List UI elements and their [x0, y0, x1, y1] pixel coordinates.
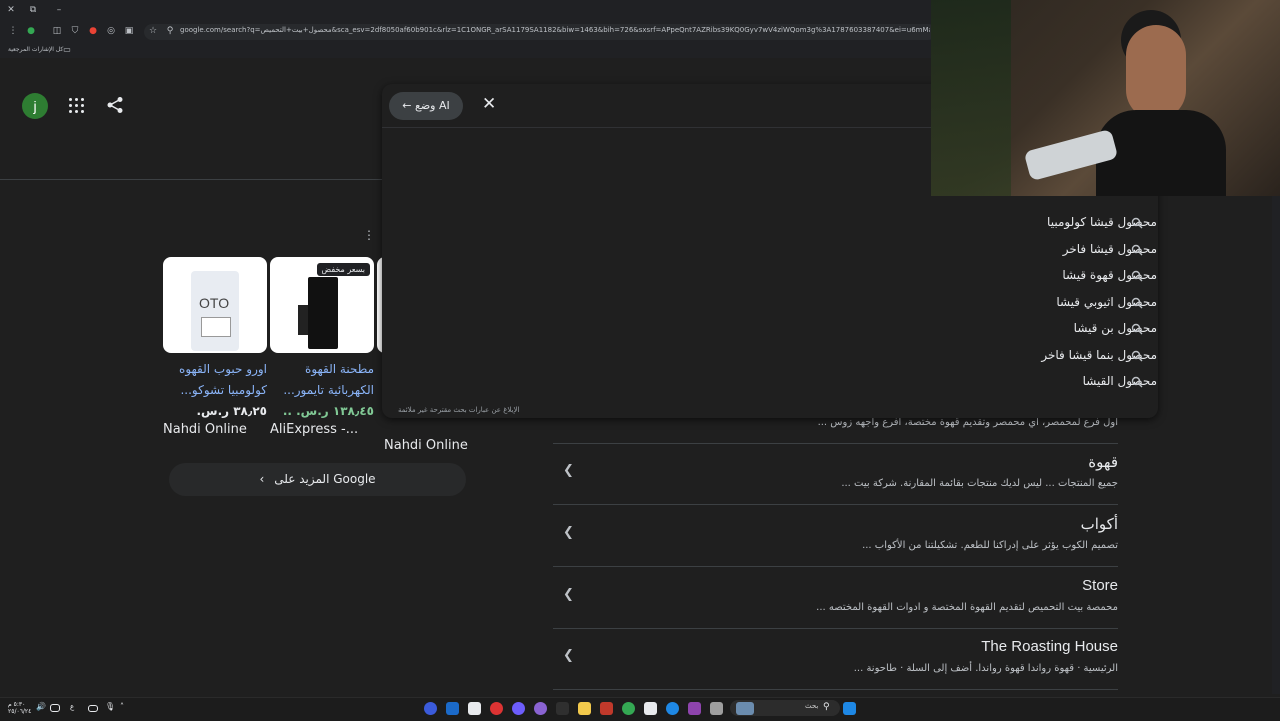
clock[interactable]: ٥:٣٠ م ٢٥/٠٦/٢٤: [8, 701, 31, 715]
search-icon: [1131, 270, 1143, 282]
bookmark-star-icon[interactable]: ☆: [148, 26, 158, 36]
product-image: OTO: [163, 257, 267, 353]
ai-mode-back-button[interactable]: ← وضع AI: [389, 92, 463, 120]
search-highlight-icon: [736, 702, 754, 715]
discount-badge: بسعر مخفض: [316, 263, 370, 276]
product-store: AliExpress -...: [270, 422, 359, 437]
tab-icon[interactable]: ▣: [124, 26, 134, 36]
search-icon: [1131, 244, 1143, 256]
webcam-overlay: [931, 0, 1280, 196]
product-title[interactable]: مطحنة القهوة: [270, 359, 374, 380]
arrow-left-icon: ←: [402, 99, 412, 112]
chevron-left-icon: ‹: [259, 472, 265, 486]
result-snippet: محمصة بيت التحميص لتقديم القهوة المختصة …: [816, 602, 1118, 613]
scrollbar[interactable]: [1272, 196, 1280, 694]
close-icon[interactable]: ✕: [482, 96, 498, 113]
chevron-left-icon[interactable]: ❮: [563, 587, 574, 602]
notepad-icon[interactable]: [468, 702, 481, 715]
url-text[interactable]: google.com/search?q=محصول+بيت+التحميص&sc…: [180, 26, 930, 38]
chevron-left-icon[interactable]: ❮: [563, 463, 574, 478]
google-apps-icon[interactable]: [69, 98, 84, 113]
result-item[interactable]: ❮ The Roasting House الرئيسية · قهوة روا…: [553, 628, 1118, 690]
result-title[interactable]: أكواب: [1081, 515, 1118, 533]
calendar-icon[interactable]: [644, 702, 657, 715]
result-title[interactable]: Store: [1082, 577, 1118, 594]
all-bookmarks-link[interactable]: كل الإشارات المرجعية: [8, 46, 63, 53]
app-violet-icon[interactable]: [688, 702, 701, 715]
result-snippet: اول فرع لمحمصر، اي محمصر وتقديم قهوة مخت…: [817, 417, 1118, 428]
restore-window-icon[interactable]: ⧉: [28, 5, 38, 15]
search-icon: [1131, 350, 1143, 362]
suggestion-item[interactable]: محصول القيشا: [1083, 368, 1157, 394]
extension-icon[interactable]: ⋮: [8, 26, 18, 36]
product-title-line2[interactable]: كولومبيا تشوكو...: [163, 380, 267, 401]
product-store: Nahdi Online: [384, 438, 468, 453]
search-icon: [1131, 323, 1143, 335]
steam-icon[interactable]: [446, 702, 459, 715]
language-indicator[interactable]: ع: [70, 703, 74, 711]
chevron-left-icon[interactable]: ❮: [563, 525, 574, 540]
taskbar: [0, 697, 1280, 721]
taskbar-search-label[interactable]: بحث: [805, 702, 818, 710]
start-icon[interactable]: [843, 702, 856, 715]
product-title[interactable]: اورو حبوب القهوه: [163, 359, 267, 380]
product-store: Nahdi Online: [163, 422, 247, 437]
result-snippet: تصميم الكوب يؤثر على إدراكنا للطعم. تشكي…: [862, 540, 1118, 551]
report-suggestions-link[interactable]: الإبلاغ عن عبارات بحث مقترحة غير ملائمة: [398, 406, 519, 414]
site-info-icon[interactable]: ⚲: [165, 26, 175, 36]
folder-icon[interactable]: ▭: [62, 45, 72, 55]
suggestion-item[interactable]: محصول بن قيشا: [1074, 315, 1157, 341]
adblock-icon[interactable]: ●: [88, 26, 98, 36]
minimize-window-icon[interactable]: –: [54, 5, 64, 15]
edge-icon[interactable]: [666, 702, 679, 715]
product-price: ١٣٨٫٤٥ ر.س. ..: [282, 404, 374, 418]
close-window-icon[interactable]: ✕: [6, 5, 16, 15]
extension-gear-icon[interactable]: ◎: [106, 26, 116, 36]
search-icon: [1131, 297, 1143, 309]
chevron-left-icon[interactable]: ❮: [563, 648, 574, 663]
task-view-icon[interactable]: [710, 702, 723, 715]
product-image: بسعر مخفض: [270, 257, 374, 353]
chevron-up-icon[interactable]: ˄: [120, 702, 133, 715]
result-item[interactable]: ❮ أكواب تصميم الكوب يؤثر على إدراكنا للط…: [553, 505, 1118, 567]
app-icon[interactable]: [424, 702, 437, 715]
result-title[interactable]: The Roasting House: [981, 638, 1118, 655]
product-title-line2[interactable]: الكهربائية تايمور...: [270, 380, 374, 401]
account-avatar[interactable]: j: [22, 93, 48, 119]
result-snippet: جميع المنتجات ... ليس لديك منتجات بقائمة…: [841, 478, 1118, 489]
result-title[interactable]: قهوة: [1088, 453, 1118, 471]
microphone-icon[interactable]: 🎙: [105, 702, 118, 715]
search-icon: ⚲: [823, 702, 830, 712]
result-snippet: الرئيسية · قهوة رواندا قهوة رواندا. أضف …: [853, 663, 1118, 674]
app-dark-icon[interactable]: [556, 702, 569, 715]
more-on-google-button[interactable]: ‹ المزيد على Google: [169, 463, 466, 496]
extension-green-icon[interactable]: ●: [26, 26, 36, 36]
extensions-puzzle-icon[interactable]: ◫: [52, 26, 62, 36]
more-options-icon[interactable]: ⋮: [363, 228, 375, 242]
file-explorer-icon[interactable]: [578, 702, 591, 715]
chat-icon[interactable]: [534, 702, 547, 715]
keyboard-icon[interactable]: [88, 705, 98, 712]
product-card[interactable]: OTO اورو حبوب القهوه كولومبيا تشوكو... ٣…: [163, 257, 267, 437]
app-red-icon[interactable]: [490, 702, 503, 715]
app-purple-icon[interactable]: [512, 702, 525, 715]
chrome-icon[interactable]: [622, 702, 635, 715]
product-price: ٣٨٫٢٥ ر.س.: [196, 404, 267, 418]
product-card[interactable]: بسعر مخفض مطحنة القهوة الكهربائية تايمور…: [270, 257, 374, 437]
share-icon[interactable]: [106, 96, 124, 114]
display-icon[interactable]: [50, 704, 60, 712]
result-item[interactable]: ❮ قهوة جميع المنتجات ... ليس لديك منتجات…: [553, 443, 1118, 505]
shield-icon[interactable]: ⛉: [70, 26, 80, 36]
search-icon: [1131, 376, 1143, 388]
volume-icon[interactable]: 🔊: [36, 702, 49, 715]
header-divider: [0, 179, 385, 180]
search-icon: [1131, 217, 1143, 229]
acrobat-icon[interactable]: [600, 702, 613, 715]
result-item[interactable]: ❮ Store محمصة بيت التحميص لتقديم القهوة …: [553, 567, 1118, 629]
